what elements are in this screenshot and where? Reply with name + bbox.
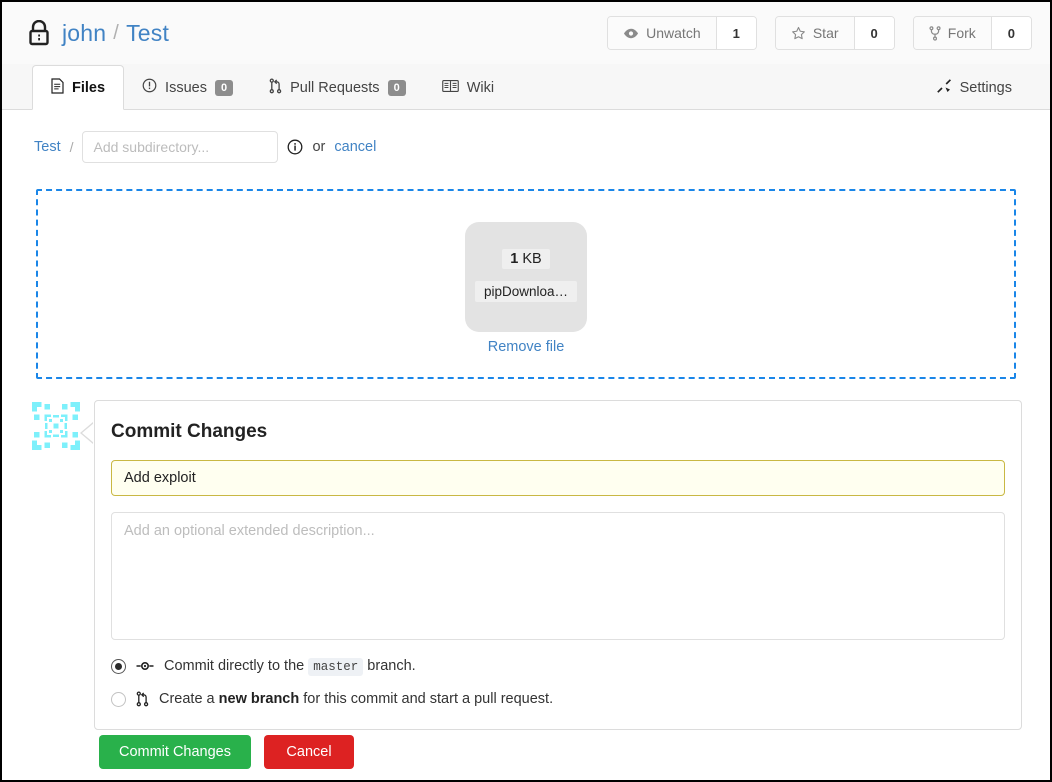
git-pull-request-icon (136, 691, 149, 707)
star-label: Star (812, 25, 839, 41)
file-dropzone[interactable]: 1 KB pipDownloa… Remove file (36, 189, 1016, 379)
tab-issues[interactable]: Issues 0 (124, 65, 251, 110)
file-size-unit: KB (522, 251, 542, 267)
info-icon[interactable] (287, 139, 303, 155)
radio-commit-directly[interactable] (111, 658, 126, 674)
file-size-value: 1 (510, 251, 519, 267)
breadcrumb-owner[interactable]: john (62, 20, 106, 47)
file-name-text: pipDownloa… (483, 284, 569, 299)
commit-description-textarea[interactable] (111, 512, 1005, 640)
unwatch-button[interactable]: Unwatch (608, 17, 716, 49)
new-branch-text-before: Create a (159, 691, 215, 707)
tab-settings-label: Settings (959, 79, 1012, 96)
tab-files[interactable]: Files (32, 65, 125, 110)
commit-changes-button[interactable]: Commit Changes (99, 735, 251, 769)
tools-icon (936, 78, 952, 98)
commit-option-master[interactable]: Commit directly to the master branch. (111, 658, 1005, 676)
subdirectory-input[interactable] (82, 131, 279, 163)
repo-header: john / Test Unwatch 1 Star 0 Fork 0 (2, 2, 1050, 64)
tab-pull-requests-count: 0 (387, 79, 406, 96)
fork-button[interactable]: Fork (913, 17, 991, 49)
git-commit-icon (136, 659, 154, 673)
star-icon (791, 26, 806, 41)
commit-option-new-branch-label: Create a new branch for this commit and … (159, 691, 553, 707)
commit-option-master-label: Commit directly to the master branch. (164, 658, 416, 676)
path-row: Test / or cancel (2, 110, 1050, 166)
commit-area: Commit Changes Commit directly to the ma… (32, 400, 1022, 730)
commit-panel-title: Commit Changes (111, 421, 268, 442)
file-icon (51, 77, 64, 98)
watch-count: 1 (715, 17, 756, 49)
tab-settings[interactable]: Settings (918, 65, 1030, 110)
unwatch-label: Unwatch (646, 25, 701, 41)
tab-wiki-label: Wiki (466, 79, 495, 96)
fork-button-group[interactable]: Fork 0 (912, 16, 1032, 50)
repo-identity: john / Test (28, 20, 169, 47)
cancel-button[interactable]: Cancel (264, 735, 354, 769)
uploaded-file: 1 KB pipDownloa… Remove file (465, 222, 587, 355)
new-branch-bold: new branch (218, 691, 300, 707)
file-card[interactable]: 1 KB pipDownloa… (465, 222, 587, 332)
remove-file-link[interactable]: Remove file (488, 339, 565, 355)
repository-upload-page: john / Test Unwatch 1 Star 0 Fork 0 File… (0, 0, 1052, 782)
tab-wiki[interactable]: Wiki (424, 65, 512, 110)
watch-button-group[interactable]: Unwatch 1 (607, 16, 757, 50)
commit-message-input[interactable] (111, 460, 1005, 496)
commit-option-master-text-before: Commit directly to the (164, 658, 305, 674)
star-button[interactable]: Star (775, 17, 854, 49)
identicon-avatar (32, 400, 80, 453)
commit-option-master-text-after: branch. (367, 658, 416, 674)
or-label: or (312, 139, 326, 155)
breadcrumb-separator: / (113, 21, 120, 44)
git-pull-request-icon (269, 77, 282, 98)
repo-tabbar: Files Issues 0 Pull Requests 0 Wiki Sett… (2, 64, 1050, 110)
path-crumb-test[interactable]: Test (34, 139, 61, 155)
fork-icon (929, 25, 941, 41)
fork-label: Fork (947, 25, 976, 41)
cancel-subdirectory-link[interactable]: cancel (334, 139, 376, 155)
tab-issues-count: 0 (214, 79, 234, 96)
book-icon (441, 79, 459, 97)
star-button-group[interactable]: Star 0 (774, 16, 895, 50)
tab-pull-requests-label: Pull Requests (290, 79, 380, 96)
tab-pull-requests[interactable]: Pull Requests 0 (251, 65, 424, 110)
speech-bubble-notch (80, 408, 94, 468)
commit-footer-buttons: Commit Changes Cancel (99, 735, 354, 769)
commit-panel: Commit Changes Commit directly to the ma… (94, 400, 1022, 730)
star-count: 0 (853, 17, 894, 49)
eye-icon (623, 28, 639, 39)
file-name: pipDownloa… (474, 281, 578, 302)
file-size: 1 KB (502, 249, 550, 269)
tab-files-label: Files (72, 79, 106, 96)
path-crumb-separator: / (69, 139, 74, 155)
tab-issues-label: Issues (165, 79, 207, 96)
repo-actions: Unwatch 1 Star 0 Fork 0 (607, 16, 1032, 50)
issue-opened-icon (142, 78, 157, 97)
breadcrumb-repo[interactable]: Test (126, 20, 169, 47)
new-branch-text-after: for this commit and start a pull request… (303, 691, 554, 707)
fork-count: 0 (990, 17, 1031, 49)
breadcrumb: john / Test (62, 20, 169, 47)
branch-name-code: master (308, 658, 364, 676)
lock-icon (28, 20, 50, 46)
radio-new-branch[interactable] (111, 691, 126, 707)
commit-option-new-branch[interactable]: Create a new branch for this commit and … (111, 691, 1005, 707)
